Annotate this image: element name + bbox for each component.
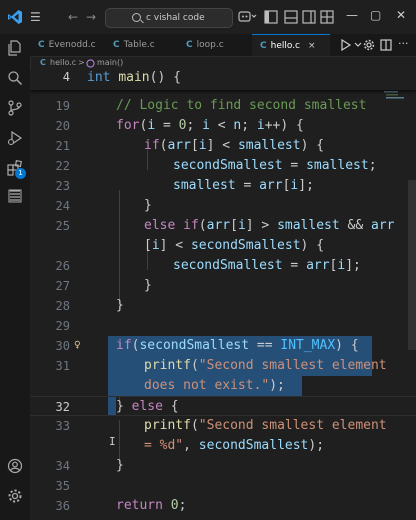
tab-label: hello.c <box>270 41 301 51</box>
breadcrumb-file[interactable]: hello.c <box>50 56 76 70</box>
breadcrumb-separator: > <box>78 58 85 67</box>
text-selection <box>108 397 116 415</box>
c-file-icon: C <box>40 58 46 67</box>
code-line: 26 secondSmallest = arr[i]; <box>55 258 361 273</box>
c-file-icon: C <box>113 40 120 50</box>
code-line: 30 ♀ if(secondSmallest == INT_MAX) { <box>30 336 416 356</box>
code-line: 35 <box>55 479 70 493</box>
tab-label: loop.c <box>196 40 224 50</box>
toggle-primary-sidebar-icon[interactable] <box>264 10 278 24</box>
run-code-icon[interactable] <box>340 39 364 51</box>
settings-gear-icon[interactable] <box>7 488 23 504</box>
c-file-icon: C <box>38 40 45 50</box>
function-symbol-icon <box>86 59 95 68</box>
code-line-wrapped: = %d", secondSmallest); <box>144 438 325 453</box>
code-editor[interactable]: 4 int main() { 19 // Logic to find secon… <box>30 70 416 520</box>
more-actions-icon[interactable]: ··· <box>398 37 409 50</box>
code-line: 21 if(arr[i] < smallest) { <box>55 138 325 153</box>
code-line: 24 } <box>55 198 152 213</box>
vertical-scrollbar[interactable] <box>408 70 416 520</box>
scrollbar-thumb[interactable] <box>408 180 416 350</box>
tab-loop[interactable]: Cloop.c <box>186 34 224 56</box>
extensions-badge: 1 <box>15 168 26 179</box>
close-window-button[interactable]: ✕ <box>396 8 406 22</box>
mouse-ibeam-cursor: I <box>109 435 116 448</box>
c-file-icon: C <box>260 41 267 51</box>
toggle-panel-icon[interactable] <box>284 10 298 24</box>
editor-tabs: C Evenodd.c C Table.c Cloop.c Chello.c × ··… <box>30 34 416 57</box>
search-sidebar-icon[interactable] <box>7 70 23 86</box>
tab-hello[interactable]: Chello.c × <box>252 34 330 56</box>
sticky-scroll-header[interactable]: 4 int main() { <box>30 70 416 90</box>
code-line: 27 } <box>55 278 152 293</box>
tab-label: Evenodd.c <box>48 40 96 50</box>
back-arrow-icon[interactable]: ← <box>68 9 78 25</box>
search-text: c vishal code <box>146 13 205 23</box>
code-line: 29 <box>55 319 70 333</box>
code-line-current: 32 } else { <box>30 396 416 416</box>
menu-icon[interactable]: ☰ <box>30 9 41 25</box>
copilot-icon[interactable] <box>238 10 258 24</box>
run-debug-icon[interactable] <box>7 130 23 146</box>
code-line: 36 return 0; <box>55 498 187 513</box>
tab-evenodd[interactable]: C Evenodd.c <box>38 34 96 56</box>
code-line: 22 secondSmallest = smallest; <box>55 158 377 173</box>
maximize-button[interactable]: ▢ <box>370 8 381 22</box>
code-line: 34 } <box>55 458 124 473</box>
c-file-icon: C <box>186 40 193 50</box>
minimize-button[interactable]: — <box>346 8 358 22</box>
settings-gear-icon[interactable] <box>363 39 375 51</box>
breadcrumb-symbol[interactable]: main() <box>97 56 123 70</box>
vscode-logo-icon <box>8 10 22 24</box>
code-line: 33 printf("Second smallest element <box>55 418 387 433</box>
line-number: 4 <box>62 70 70 84</box>
code-line-wrapped: does not exist."); <box>30 376 416 396</box>
accounts-icon[interactable] <box>7 458 23 474</box>
code-line: 25 else if(arr[i] > smallest && arr <box>55 218 395 233</box>
code-line: 31 printf("Second smallest element <box>30 356 416 376</box>
code-line: 23 smallest = arr[i]; <box>55 178 314 193</box>
lightbulb-icon[interactable]: ♀ <box>74 335 81 355</box>
code-line: 19 // Logic to find second smallest <box>55 98 367 113</box>
tab-table[interactable]: C Table.c <box>113 34 155 56</box>
breadcrumb: C hello.c > main() <box>30 56 416 70</box>
code-line: 20 for(i = 0; i < n; i++) { <box>55 118 304 133</box>
forward-arrow-icon[interactable]: → <box>86 9 96 25</box>
customize-layout-icon[interactable] <box>320 10 334 24</box>
command-center-search[interactable]: c vishal code <box>105 8 233 28</box>
close-tab-icon[interactable]: × <box>308 41 316 51</box>
search-icon <box>132 13 141 22</box>
source-control-icon[interactable] <box>7 100 23 116</box>
toggle-secondary-sidebar-icon[interactable] <box>302 10 316 24</box>
tab-label: Table.c <box>123 40 155 50</box>
testing-icon[interactable] <box>7 188 23 204</box>
code-line: 28 } <box>55 298 124 313</box>
split-editor-icon[interactable] <box>380 39 392 51</box>
title-bar: ☰ ← → c vishal code — ▢ ✕ <box>0 0 416 35</box>
extensions-button[interactable]: 1 <box>7 156 29 179</box>
explorer-icon[interactable] <box>7 40 23 56</box>
code-line-wrapped: [i] < secondSmallest) { <box>144 238 325 253</box>
activity-bar: 1 <box>0 34 31 520</box>
